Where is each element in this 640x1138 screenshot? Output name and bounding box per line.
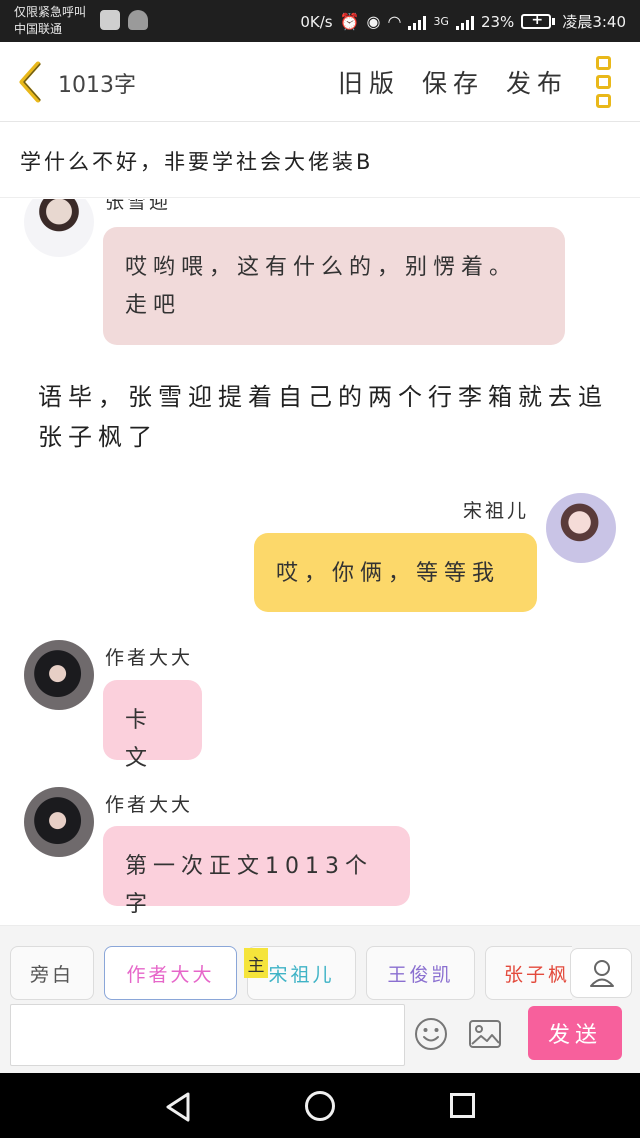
message-text: 哎，你俩，等等我	[276, 561, 501, 586]
host-badge: 主	[244, 948, 268, 978]
status-left: 仅限紧急呼叫 中国联通	[14, 4, 86, 38]
qq-icon	[128, 10, 148, 30]
status-bar: 仅限紧急呼叫 中国联通 0K/s ⏰ ◉ ◠ 3G 23% 凌晨3:40	[0, 0, 640, 42]
role-label: 王俊凯	[387, 963, 454, 986]
role-chip-narrator[interactable]: 旁白	[10, 946, 94, 1000]
send-button[interactable]: 发送	[528, 1006, 622, 1060]
nav-back-icon[interactable]	[164, 1091, 192, 1123]
back-button[interactable]	[14, 60, 50, 104]
editor-header: 1013字 旧版 保存 发布	[0, 42, 640, 122]
image-icon	[469, 1020, 501, 1048]
role-selector-bar: 旁白 作者大大 宋祖儿 主 王俊凯 张子枫	[0, 925, 640, 1000]
more-vertical-icon[interactable]	[596, 56, 612, 108]
avatar[interactable]	[24, 787, 94, 857]
send-label: 发送	[547, 1023, 602, 1048]
role-label: 张子枫	[504, 963, 571, 986]
message-text: 哎哟喂，这有什么的，别愣着。走吧	[125, 255, 518, 318]
person-icon	[590, 960, 614, 987]
avatar[interactable]	[546, 493, 616, 563]
publish-button[interactable]: 发布	[506, 64, 568, 100]
chapter-title: 学什么不好，非要学社会大佬装B	[20, 150, 374, 174]
role-list[interactable]: 旁白 作者大大 宋祖儿 主 王俊凯 张子枫	[0, 926, 572, 1001]
alarm-icon: ⏰	[339, 11, 360, 31]
nav-home-icon[interactable]	[305, 1091, 335, 1121]
clock: 凌晨3:40	[562, 13, 626, 31]
chapter-title-field[interactable]: 学什么不好，非要学社会大佬装B	[0, 122, 640, 198]
message-text: 卡文	[125, 708, 154, 771]
speaker-name: 宋祖儿	[463, 500, 530, 522]
image-button[interactable]	[468, 1019, 502, 1049]
role-label: 旁白	[29, 963, 74, 986]
signal-icon-2	[455, 14, 474, 30]
status-right: 0K/s ⏰ ◉ ◠ 3G 23% 凌晨3:40	[300, 11, 626, 32]
avatar[interactable]	[24, 199, 94, 257]
role-manager-button[interactable]	[570, 948, 632, 998]
chevron-left-icon	[19, 61, 41, 103]
message-bubble[interactable]: 哎，你俩，等等我	[254, 533, 537, 612]
speaker-name: 作者大大	[105, 794, 194, 816]
eye-icon: ◉	[366, 11, 381, 31]
net-speed: 0K/s	[300, 12, 333, 31]
message-text: 第一次正文1013个字	[125, 854, 373, 917]
system-nav-bar	[0, 1073, 640, 1138]
message-bubble[interactable]: 第一次正文1013个字	[103, 826, 410, 917]
save-button[interactable]: 保存	[422, 64, 484, 100]
role-label: 作者大大	[126, 963, 215, 986]
more-dot	[596, 56, 611, 70]
message-bubble[interactable]: 哎哟喂，这有什么的，别愣着。走吧	[103, 227, 565, 345]
editor-screen: 仅限紧急呼叫 中国联通 0K/s ⏰ ◉ ◠ 3G 23% 凌晨3:40	[0, 0, 640, 1138]
role-chip-author[interactable]: 作者大大	[104, 946, 237, 1000]
notification-icons	[100, 10, 148, 30]
word-count: 1013字	[58, 73, 136, 98]
old-version-button[interactable]: 旧版	[338, 64, 400, 100]
app-notification-icon	[100, 10, 120, 30]
signal-icon	[408, 14, 427, 30]
narration-text[interactable]: 语毕，张雪迎提着自己的两个行李箱就去追张子枫了	[38, 377, 613, 457]
role-chip-zhang-zifeng[interactable]: 张子枫	[485, 946, 572, 1000]
header-actions: 旧版 保存 发布	[338, 64, 568, 100]
speaker-name: 作者大大	[105, 647, 194, 669]
more-dot	[596, 94, 611, 108]
emoji-button[interactable]	[414, 1017, 448, 1051]
wifi-icon: ◠	[387, 11, 402, 31]
story-chat-list[interactable]: 张雪迎 哎哟喂，这有什么的，别愣着。走吧 语毕，张雪迎提着自己的两个行李箱就去追…	[0, 199, 640, 925]
emergency-text: 仅限紧急呼叫	[14, 5, 87, 19]
network-type: 3G	[433, 15, 449, 28]
role-chip-wang-junkai[interactable]: 王俊凯	[366, 946, 475, 1000]
avatar[interactable]	[24, 640, 94, 710]
carrier-text: 中国联通	[14, 22, 63, 36]
speaker-name: 张雪迎	[105, 199, 172, 213]
battery-percent: 23%	[480, 12, 515, 31]
message-input[interactable]	[10, 1004, 405, 1066]
role-label: 宋祖儿	[268, 963, 335, 986]
message-bubble[interactable]: 卡文	[103, 680, 202, 771]
emoji-icon	[415, 1018, 447, 1050]
compose-bar: 发送	[0, 1000, 640, 1073]
battery-icon	[521, 12, 556, 29]
more-dot	[596, 75, 611, 89]
nav-recent-icon[interactable]	[450, 1093, 475, 1118]
